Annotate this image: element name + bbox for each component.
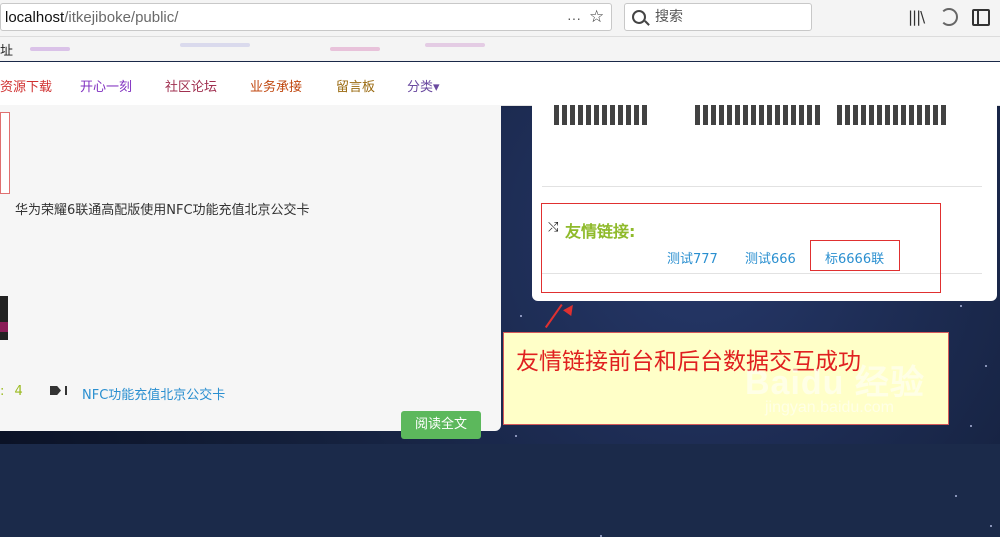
site-navigation: 资源下载 开心一刻 社区论坛 业务承接 留言板 分类▾: [0, 62, 1000, 106]
article-title[interactable]: 华为荣耀6联通高配版使用NFC功能充值北京公交卡: [15, 199, 310, 218]
divider: [542, 186, 982, 187]
baidu-watermark-url: jingyan.baidu.com: [765, 399, 894, 416]
search-input[interactable]: 搜索: [624, 3, 812, 31]
article-thumbnail[interactable]: [0, 112, 10, 194]
meta-prefix: :: [0, 384, 5, 399]
redacted-area: [537, 125, 987, 165]
nav-item-business[interactable]: 业务承接: [250, 76, 302, 95]
read-more-button[interactable]: 阅读全文: [401, 411, 481, 439]
nav-item-forum[interactable]: 社区论坛: [165, 76, 217, 95]
blurred-bookmark: [425, 43, 485, 47]
search-placeholder: 搜索: [655, 9, 683, 25]
library-icon[interactable]: |||\: [908, 8, 925, 26]
meta-count: 4: [14, 384, 23, 399]
nav-item-categories[interactable]: 分类▾: [407, 76, 440, 95]
page-actions-icon[interactable]: ···: [567, 4, 581, 32]
sync-icon[interactable]: [940, 8, 958, 26]
nav-item-fun[interactable]: 开心一刻: [80, 76, 132, 95]
blurred-bookmark: [180, 43, 250, 47]
article-thumbnail[interactable]: [0, 296, 8, 340]
blurred-bookmark: [330, 47, 380, 51]
article-card: [0, 105, 501, 431]
browser-toolbar: localhost/itkejiboke/public/ ··· ☆ 搜索 ||…: [0, 0, 1000, 37]
nav-item-downloads[interactable]: 资源下载: [0, 76, 52, 95]
annotation-highlight-box: [810, 240, 900, 271]
sidebar-toggle-icon[interactable]: [972, 9, 990, 26]
url-path: /itkejiboke/public/: [64, 9, 179, 26]
tag-icon: [57, 386, 67, 395]
bookmarks-label: 址: [0, 44, 14, 59]
address-bar[interactable]: localhost/itkejiboke/public/ ··· ☆: [0, 3, 612, 31]
url-host: localhost: [5, 9, 65, 26]
bookmark-star-icon[interactable]: ☆: [589, 3, 604, 31]
bookmarks-toolbar: 址: [0, 37, 1000, 61]
article-tag-link[interactable]: NFC功能充值北京公交卡: [82, 384, 225, 403]
search-icon: [632, 10, 646, 24]
blurred-bookmark: [30, 47, 70, 51]
article-meta: : 4: [0, 384, 23, 399]
baidu-watermark-logo: Baidu 经验: [745, 364, 925, 402]
nav-item-guestbook[interactable]: 留言板: [336, 76, 375, 95]
